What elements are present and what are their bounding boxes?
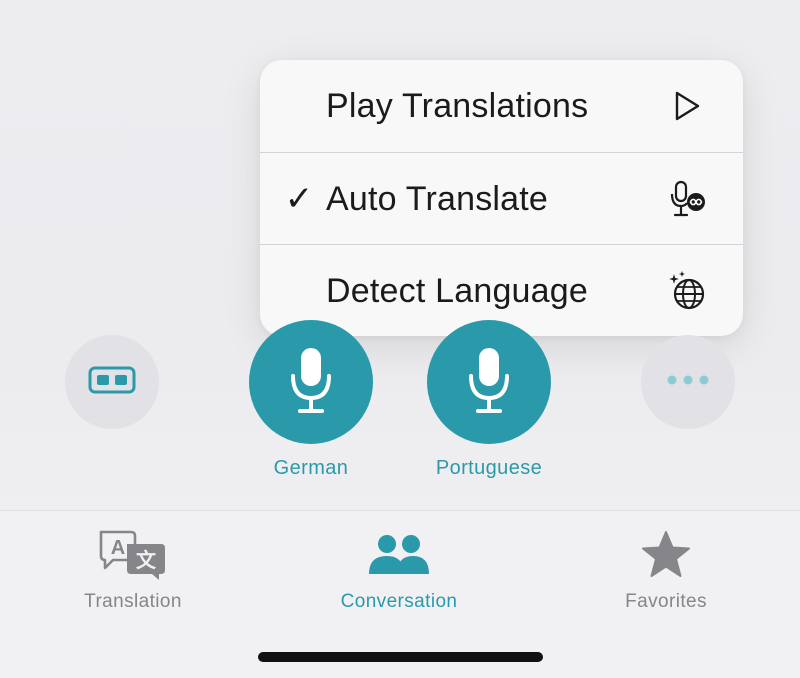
microphone-icon <box>289 346 333 419</box>
side-by-side-view-icon <box>88 366 136 399</box>
tab-favorites[interactable]: Favorites <box>566 527 766 613</box>
conversation-icon <box>367 527 431 583</box>
tab-translation[interactable]: A 文 Translation <box>33 527 233 613</box>
globe-sparkle-icon <box>665 269 709 313</box>
tab-label: Conversation <box>340 591 458 612</box>
microphone-icon <box>467 346 511 419</box>
menu-item-label: Auto Translate <box>326 179 549 218</box>
tab-conversation[interactable]: Conversation <box>299 527 499 613</box>
tab-label: Favorites <box>625 591 707 612</box>
menu-item-label: Detect Language <box>326 271 588 310</box>
side-by-side-view-button[interactable] <box>65 335 159 429</box>
mic-button-german[interactable] <box>249 320 373 444</box>
mic-button-portuguese[interactable] <box>427 320 551 444</box>
menu-item-play-translations[interactable]: Play Translations <box>260 60 743 152</box>
language-label-portuguese[interactable]: Portuguese <box>409 457 569 480</box>
svg-text:文: 文 <box>136 548 157 572</box>
home-indicator <box>258 652 543 662</box>
tab-label: Translation <box>84 591 182 612</box>
checkmark-icon: ✓ <box>284 180 314 218</box>
menu-item-auto-translate[interactable]: ✓ Auto Translate <box>260 152 743 245</box>
star-icon <box>639 527 693 583</box>
auto-translate-mic-icon <box>665 177 709 221</box>
language-label-german[interactable]: German <box>231 457 391 480</box>
play-icon <box>665 84 709 128</box>
more-button[interactable] <box>641 335 735 429</box>
more-icon <box>666 373 710 391</box>
translation-icon: A 文 <box>97 527 169 583</box>
options-menu: Play Translations ✓ Auto Translate Detec… <box>260 60 743 336</box>
svg-text:A: A <box>111 537 125 559</box>
menu-item-label: Play Translations <box>326 86 589 125</box>
